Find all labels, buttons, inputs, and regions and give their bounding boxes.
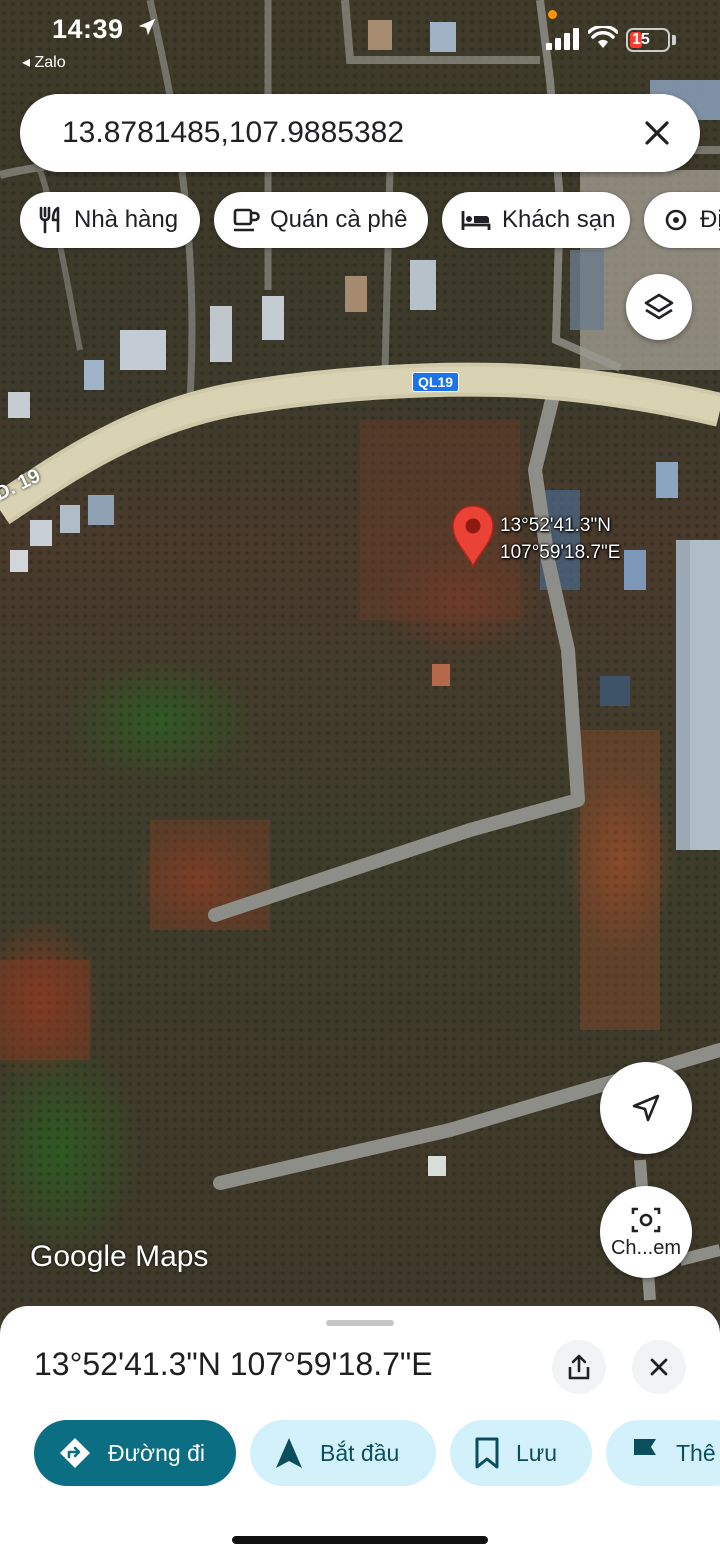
bookmark-icon xyxy=(475,1437,499,1469)
home-indicator[interactable] xyxy=(232,1536,488,1544)
action-label: Đường đi xyxy=(108,1439,205,1466)
close-icon[interactable] xyxy=(636,112,678,154)
hotel-icon xyxy=(461,211,491,230)
chip-attractions[interactable]: Đị xyxy=(644,192,720,248)
place-bottom-sheet[interactable]: 13°52'41.3"N 107°59'18.7"E Đường đi Bắt … xyxy=(0,1306,720,1558)
chip-label: Nhà hàng xyxy=(74,206,179,233)
share-button[interactable] xyxy=(552,1340,606,1394)
camera-search-icon xyxy=(631,1207,661,1232)
directions-icon xyxy=(60,1438,90,1468)
action-label: Bắt đầu xyxy=(320,1439,400,1466)
close-sheet-button[interactable] xyxy=(632,1340,686,1394)
layers-button[interactable] xyxy=(626,274,692,340)
navigation-icon xyxy=(276,1438,302,1468)
add-label-button[interactable]: Thê xyxy=(606,1420,720,1486)
my-location-button[interactable] xyxy=(600,1062,692,1154)
coffee-icon xyxy=(233,208,260,232)
road-shield-label: QL19 xyxy=(412,372,460,392)
location-arrow-icon xyxy=(138,18,156,36)
navigation-arrow-icon xyxy=(632,1094,660,1122)
restaurant-icon xyxy=(39,206,60,234)
google-maps-logo: Google Maps xyxy=(30,1240,209,1273)
save-button[interactable]: Lưu xyxy=(450,1420,592,1486)
lens-label: Ch...em xyxy=(610,1236,682,1259)
place-title: 13°52'41.3"N 107°59'18.7"E xyxy=(34,1346,433,1382)
battery-level: 15 xyxy=(632,31,650,48)
share-icon xyxy=(568,1354,590,1380)
wifi-icon xyxy=(588,26,618,48)
pin-lat: 13°52'41.3"N xyxy=(500,515,611,536)
chip-hotels[interactable]: Khách sạn xyxy=(442,192,630,248)
flag-icon xyxy=(634,1439,656,1468)
search-bar[interactable]: 13.8781485,107.9885382 xyxy=(20,94,700,172)
back-app-label: Zalo xyxy=(34,54,66,71)
search-input[interactable]: 13.8781485,107.9885382 xyxy=(62,116,404,150)
layers-icon xyxy=(644,293,674,320)
lens-button[interactable]: Ch...em xyxy=(600,1186,692,1278)
start-button[interactable]: Bắt đầu xyxy=(250,1420,436,1486)
sheet-drag-handle[interactable] xyxy=(326,1320,394,1326)
status-time: 14:39 xyxy=(52,14,124,44)
battery-icon: 15 xyxy=(626,28,670,52)
map-pin-icon[interactable] xyxy=(450,504,496,568)
attraction-icon xyxy=(665,209,687,231)
pin-lng: 107°59'18.7"E xyxy=(500,542,621,563)
chip-label: Đị xyxy=(700,206,720,233)
chip-restaurants[interactable]: Nhà hàng xyxy=(20,192,200,248)
action-label: Lưu xyxy=(516,1439,557,1466)
action-label: Thê xyxy=(676,1439,716,1466)
chip-label: Quán cà phê xyxy=(270,206,408,233)
chip-label: Khách sạn xyxy=(502,206,616,233)
back-to-app-link[interactable]: ◂ Zalo xyxy=(22,52,66,72)
signal-icon xyxy=(546,28,580,50)
pin-coordinates-label: 13°52'41.3"N 107°59'18.7"E xyxy=(500,512,620,566)
privacy-indicator-dot xyxy=(548,10,557,19)
chip-coffee[interactable]: Quán cà phê xyxy=(214,192,428,248)
directions-button[interactable]: Đường đi xyxy=(34,1420,236,1486)
close-icon xyxy=(650,1358,668,1376)
